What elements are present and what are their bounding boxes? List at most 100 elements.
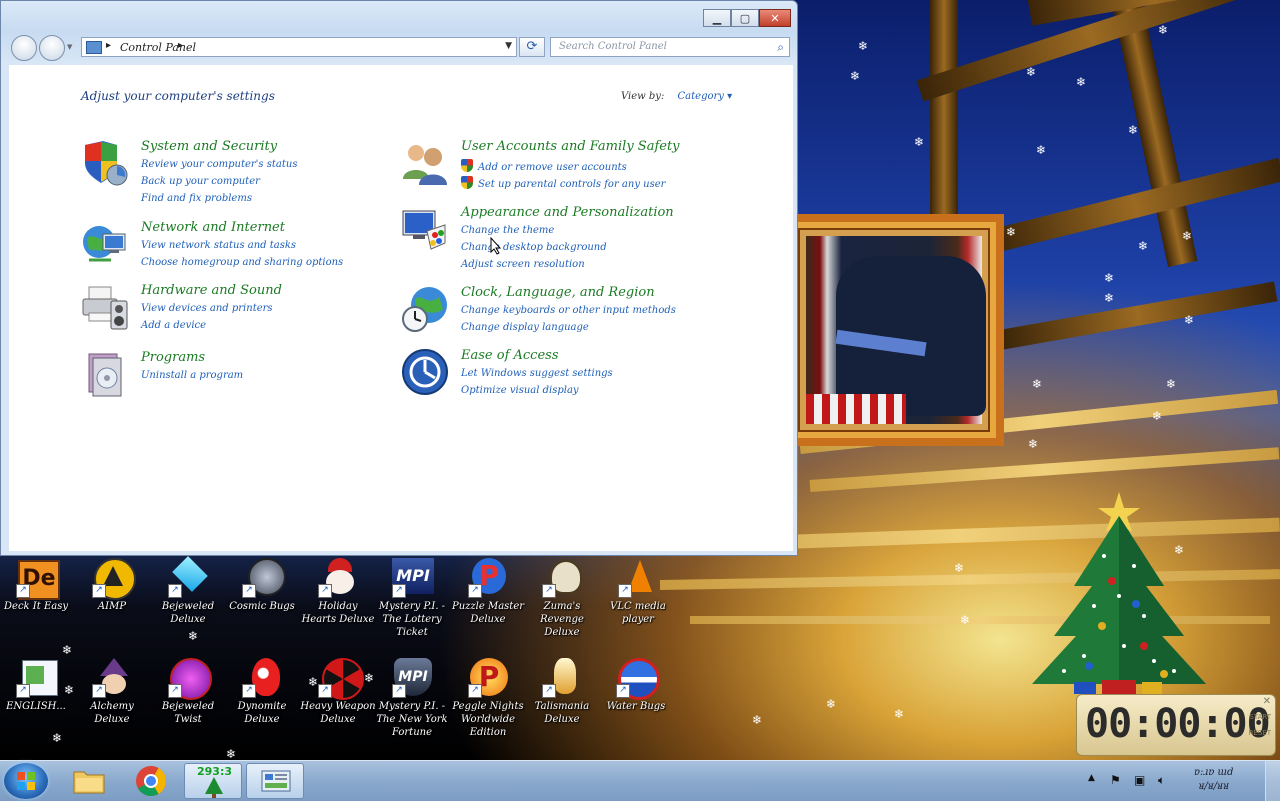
desktop-icon[interactable]: ↗ Holiday Hearts Deluxe — [300, 558, 376, 626]
desktop-icon-label: Bejeweled Twist — [161, 701, 215, 725]
desktop-icon-label: ENGLISH... — [6, 701, 66, 712]
chevron-right-icon[interactable]: ▸ — [106, 40, 111, 51]
desktop-icon[interactable]: ↗ Zuma's Revenge Deluxe — [524, 558, 600, 639]
chrome-icon — [136, 766, 166, 797]
category-title-link[interactable]: Network and Internet — [141, 220, 285, 235]
category-title-link[interactable]: User Accounts and Family Safety — [461, 139, 680, 154]
snowflake-icon: ❄ — [52, 731, 63, 745]
category-link[interactable]: View network status and tasks — [141, 240, 296, 251]
desktop-icon[interactable]: MPI ↗ Mystery P.I. - The Lottery Ticket — [374, 558, 450, 639]
reset-button[interactable]: RESET — [1249, 729, 1271, 737]
close-button[interactable]: ✕ — [759, 9, 791, 27]
forward-button[interactable] — [39, 35, 65, 61]
uac-shield-icon — [461, 176, 473, 189]
desktop-icon[interactable]: ↗ Alchemy Deluxe — [74, 658, 150, 726]
refresh-button[interactable]: ⟳ — [519, 37, 545, 57]
breadcrumb[interactable]: Control Panel — [120, 41, 196, 54]
address-bar[interactable]: ▸ Control Panel ▸ ▼ — [81, 37, 517, 57]
vlc-icon: ↗ — [616, 558, 660, 598]
desktop-icon-label: Mystery P.I. - The New York Fortune — [376, 701, 448, 738]
start-button[interactable] — [4, 763, 48, 799]
chevron-down-icon[interactable]: ▼ — [505, 41, 512, 51]
category-link[interactable]: Set up parental controls for any user — [461, 176, 665, 190]
desktop-icon-label: Alchemy Deluxe — [90, 701, 134, 725]
category-link[interactable]: Find and fix problems — [141, 193, 252, 204]
photo-frame-gadget[interactable] — [784, 214, 1004, 446]
control-panel-taskbar-button[interactable] — [246, 763, 304, 799]
category-title-link[interactable]: System and Security — [141, 139, 277, 154]
start-button[interactable]: START — [1249, 713, 1271, 721]
portrait-photo — [806, 236, 986, 424]
search-input[interactable]: Search Control Panel ⌕ — [550, 37, 790, 57]
show-desktop-button[interactable] — [1265, 761, 1280, 801]
category-link[interactable]: Let Windows suggest settings — [461, 368, 613, 379]
category-title-link[interactable]: Clock, Language, and Region — [461, 285, 655, 300]
tree-app-taskbar-button[interactable]: 293:3 — [184, 763, 242, 799]
category-title-link[interactable]: Ease of Access — [461, 348, 559, 363]
display-palette-icon — [402, 210, 446, 250]
action-center-flag-icon[interactable]: ⚑ — [1110, 773, 1121, 787]
desktop-icon[interactable]: ↗ Bejeweled Twist — [150, 658, 226, 726]
maximize-button[interactable]: ▢ — [731, 9, 759, 27]
desktop-icon[interactable]: ↗ VLC media player — [600, 558, 676, 626]
category-link[interactable]: Change the theme — [461, 225, 554, 236]
tray-clock[interactable]: ɐ:ɹɐ ɯd ᴚ/ᴚ/ᴚᴚ — [1194, 766, 1233, 794]
snowflake-icon: ❄ — [914, 135, 925, 149]
desktop-icon[interactable]: P ↗ Puzzle Master Deluxe — [450, 558, 526, 626]
mystery-pi-icon: MPI ↗ — [390, 658, 434, 698]
category-link[interactable]: Add a device — [141, 320, 206, 331]
network-icon[interactable]: ▣ — [1134, 773, 1145, 787]
category-link[interactable]: Uninstall a program — [141, 370, 243, 381]
category-link[interactable]: Change display language — [461, 322, 589, 333]
recent-pages-dropdown[interactable]: ▼ — [67, 43, 72, 51]
desktop-icon[interactable]: ↗ Cosmic Bugs — [224, 558, 300, 613]
chevron-right-icon[interactable]: ▸ — [178, 40, 183, 51]
desktop-icon-label: Puzzle Master Deluxe — [451, 601, 525, 625]
view-by-dropdown[interactable]: Category ▾ — [678, 91, 733, 102]
close-icon[interactable]: ✕ — [1263, 696, 1271, 707]
snowflake-icon: ❄ — [1032, 377, 1043, 391]
category-title-link[interactable]: Appearance and Personalization — [461, 205, 674, 220]
desktop-icon[interactable]: ↗ Dynomite Deluxe — [224, 658, 300, 726]
category-link[interactable]: Change keyboards or other input methods — [461, 305, 676, 316]
skull-icon: ↗ — [540, 558, 584, 598]
category-link[interactable]: Change desktop background — [461, 242, 607, 253]
desktop-icon[interactable]: ↗ Bejeweled Deluxe — [150, 556, 226, 626]
desktop-icon[interactable]: De ↗ Deck It Easy — [0, 558, 74, 613]
desktop-icon-label: Bejeweled Deluxe — [161, 601, 215, 625]
category-link[interactable]: Back up your computer — [141, 176, 260, 187]
aimp-icon: ↗ — [90, 558, 136, 600]
desktop-icon[interactable]: MPI ↗ Mystery P.I. - The New York Fortun… — [374, 658, 450, 739]
category-link[interactable]: Add or remove user accounts — [461, 159, 627, 173]
category-link[interactable]: Adjust screen resolution — [461, 259, 585, 270]
desktop-icon[interactable]: ↗ Talismania Deluxe — [524, 658, 600, 726]
back-button[interactable] — [11, 35, 37, 61]
snowflake-icon: ❄ — [1026, 65, 1037, 79]
desktop-icon[interactable]: ↗ ENGLISH... — [0, 658, 74, 713]
show-hidden-icons-button[interactable]: ▲ — [1088, 773, 1095, 783]
category-title-link[interactable]: Hardware and Sound — [141, 283, 282, 298]
desktop-icon[interactable]: ↗ Heavy Weapon Deluxe — [300, 658, 376, 726]
christmas-tree-icon — [1032, 492, 1206, 694]
desktop-icon[interactable]: P ↗ Peggle Nights Worldwide Edition — [450, 658, 526, 739]
control-panel-icon — [86, 41, 102, 54]
category-link[interactable]: Optimize visual display — [461, 385, 579, 396]
category-link[interactable]: Choose homegroup and sharing options — [141, 257, 343, 268]
view-by-label: View by: — [621, 91, 665, 102]
volume-icon[interactable]: 🔈︎ — [1158, 773, 1165, 788]
desktop-icon[interactable]: ↗ Water Bugs — [598, 658, 674, 713]
explorer-taskbar-button[interactable] — [60, 763, 118, 799]
category-link[interactable]: View devices and printers — [141, 303, 273, 314]
page-title: Adjust your computer's settings — [81, 89, 275, 103]
snowflake-icon: ❄ — [1184, 313, 1195, 327]
search-icon[interactable]: ⌕ — [777, 40, 784, 55]
chrome-taskbar-button[interactable] — [122, 763, 180, 799]
desktop-icon[interactable]: ↗ AIMP — [74, 558, 150, 613]
view-by-value[interactable]: Category — [678, 91, 724, 102]
snowflake-icon: ❄ — [1128, 123, 1139, 137]
desktop-icon-label: Deck It Easy — [4, 601, 68, 612]
category-title-link[interactable]: Programs — [141, 350, 205, 365]
category-link[interactable]: Review your computer's status — [141, 159, 297, 170]
snowflake-icon: ❄ — [954, 561, 965, 575]
minimize-button[interactable]: ▁ — [703, 9, 731, 27]
